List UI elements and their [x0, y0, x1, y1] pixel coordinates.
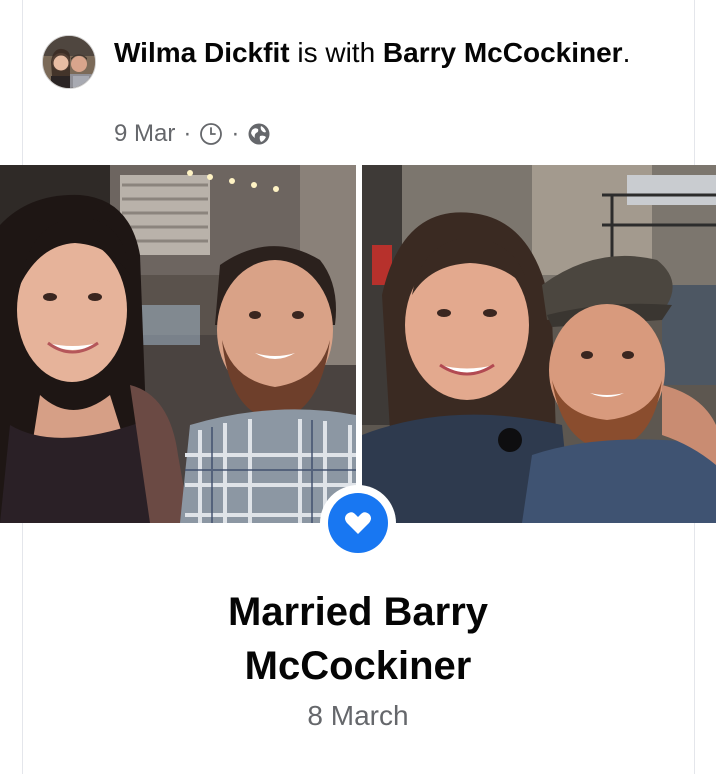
globe-icon[interactable]: [247, 122, 271, 146]
end-punctuation: .: [622, 37, 631, 68]
post-header: Wilma Dickfit is with Barry McCockiner. …: [42, 30, 682, 160]
life-event-title: Married Barry McCockiner: [227, 590, 489, 688]
author-name-link[interactable]: Wilma Dickfit: [114, 37, 290, 68]
couple-selfie-bar-image: [0, 165, 356, 523]
heart-icon: [328, 493, 388, 553]
meta-separator: ·: [183, 120, 192, 147]
with-text: is with: [289, 37, 383, 68]
clock-icon: [199, 122, 223, 146]
post-date-link[interactable]: 9 Mar: [114, 120, 175, 148]
avatar[interactable]: [42, 35, 96, 89]
photo-left[interactable]: [0, 165, 356, 523]
meta-separator-2: ·: [231, 120, 240, 147]
couple-selfie-garage-image: [362, 165, 716, 523]
avatar-image: [43, 36, 95, 88]
photo-grid: [0, 165, 716, 523]
tagged-name-link[interactable]: Barry McCockiner: [383, 37, 623, 68]
photo-right[interactable]: [362, 165, 716, 523]
life-event-badge: [320, 485, 396, 561]
post-author-line: Wilma Dickfit is with Barry McCockiner.: [114, 32, 674, 74]
life-event-date: 8 March: [307, 700, 409, 731]
post-meta: 9 Mar · ·: [114, 118, 271, 150]
